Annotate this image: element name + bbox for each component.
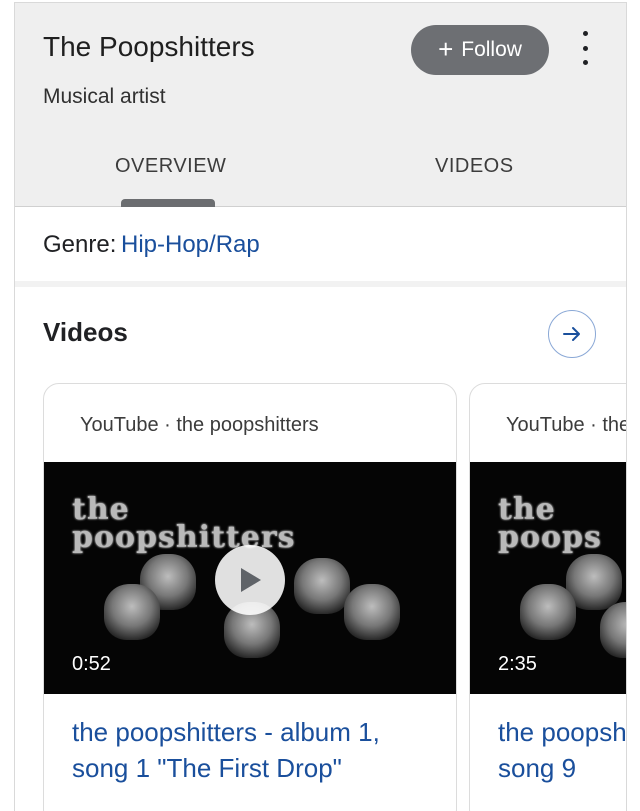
panel-header: The Poopshitters Musical artist + Follow… [15, 3, 626, 207]
tab-overview[interactable]: OVERVIEW [115, 155, 226, 178]
entity-subtitle: Musical artist [43, 85, 166, 108]
skull-graphic [104, 584, 160, 640]
knowledge-panel: The Poopshitters Musical artist + Follow… [14, 2, 627, 811]
follow-label: Follow [461, 38, 522, 61]
video-title-link[interactable]: the poopshitters - album 1, song 1 "The … [72, 714, 432, 786]
plus-icon: + [438, 34, 454, 64]
video-source: YouTube · the p [506, 414, 626, 436]
video-title-link[interactable]: the poopsh song 9 [498, 714, 626, 786]
videos-heading: Videos [43, 317, 128, 347]
video-card[interactable]: YouTube · the poopshitters the poopshitt… [43, 383, 457, 811]
video-duration: 2:35 [498, 653, 537, 675]
more-vertical-icon[interactable] [575, 31, 595, 65]
genre-row: Genre: Hip-Hop/Rap [15, 207, 626, 282]
genre-label: Genre: [43, 231, 117, 258]
tab-selected-indicator [121, 199, 215, 207]
skull-graphic [294, 558, 350, 614]
video-card[interactable]: YouTube · the p the poops 2:35 the poops… [469, 383, 626, 811]
video-source: YouTube · the poopshitters [80, 414, 319, 436]
tab-videos[interactable]: VIDEOS [435, 155, 514, 178]
video-thumbnail[interactable]: the poops 2:35 [470, 462, 626, 694]
play-icon[interactable] [215, 545, 285, 615]
skull-graphic [600, 602, 626, 658]
arrow-right-icon[interactable] [548, 310, 596, 358]
skull-graphic [520, 584, 576, 640]
entity-title: The Poopshitters [43, 31, 255, 62]
skull-graphic [344, 584, 400, 640]
thumbnail-text-line2: poops [498, 520, 602, 555]
section-divider [15, 281, 626, 287]
follow-button[interactable]: + Follow [411, 25, 549, 75]
video-duration: 0:52 [72, 653, 111, 675]
genre-link[interactable]: Hip-Hop/Rap [121, 231, 260, 259]
video-thumbnail[interactable]: the poopshitters 0:52 [44, 462, 456, 694]
